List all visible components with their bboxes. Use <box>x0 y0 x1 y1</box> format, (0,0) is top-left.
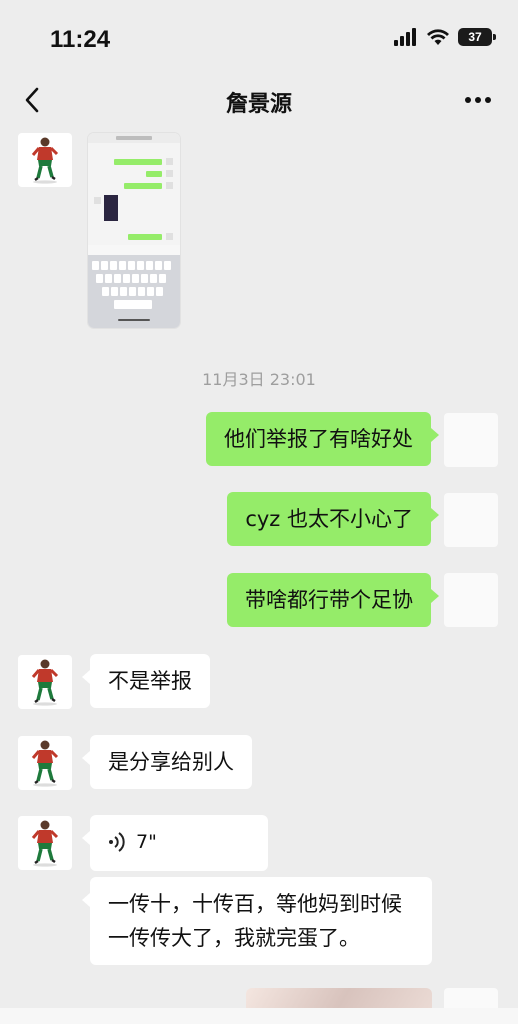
voice-wave-icon <box>109 832 125 852</box>
status-icons: 37 <box>394 28 496 46</box>
soccer-player-avatar-icon <box>31 657 59 708</box>
message-text: cyz 也太不小心了 <box>245 507 413 531</box>
message-text: 一传十，十传百，等他妈到时候一传传大了，我就完蛋了。 <box>108 892 402 950</box>
outgoing-message[interactable]: cyz 也太不小心了 <box>227 492 439 546</box>
voice-message[interactable]: 7" <box>82 815 268 871</box>
signal-icon <box>394 28 416 46</box>
voice-message-content: 7" <box>108 825 250 859</box>
soccer-player-avatar-icon <box>31 135 59 186</box>
outgoing-message[interactable]: 他们举报了有啥好处 <box>206 412 439 466</box>
message-text: 他们举报了有啥好处 <box>224 427 413 451</box>
outgoing-message[interactable]: 带啥都行带个足协 <box>227 573 439 627</box>
contact-avatar[interactable] <box>18 655 72 709</box>
contact-avatar[interactable] <box>18 133 72 187</box>
incoming-message[interactable]: 是分享给别人 <box>82 735 252 789</box>
status-bar: 11:24 37 <box>0 0 518 72</box>
screenshot-thumbnail-icon <box>88 133 180 328</box>
nav-bar: 詹景源 <box>0 72 518 128</box>
message-text: 是分享给别人 <box>108 750 234 774</box>
self-avatar[interactable] <box>444 493 498 547</box>
battery-level: 37 <box>468 30 482 44</box>
chat-title: 詹景源 <box>225 92 292 117</box>
message-text: 不是举报 <box>108 669 192 693</box>
more-button[interactable] <box>460 88 496 112</box>
contact-avatar[interactable] <box>18 736 72 790</box>
incoming-message[interactable]: 一传十，十传百，等他妈到时候一传传大了，我就完蛋了。 <box>82 877 432 965</box>
soccer-player-avatar-icon <box>31 738 59 789</box>
wifi-icon <box>427 29 449 45</box>
message-timestamp: 11月3日 23:01 <box>202 370 316 389</box>
soccer-player-avatar-icon <box>31 818 59 869</box>
input-bar <box>0 1008 518 1024</box>
more-dots-icon <box>465 97 491 103</box>
self-avatar[interactable] <box>444 573 498 627</box>
status-time: 11:24 <box>50 26 111 53</box>
self-avatar[interactable] <box>444 413 498 467</box>
contact-avatar[interactable] <box>18 816 72 870</box>
battery-icon: 37 <box>458 28 496 46</box>
message-text: 带啥都行带个足协 <box>245 588 413 612</box>
incoming-message[interactable]: 不是举报 <box>82 654 210 708</box>
voice-duration: 7" <box>136 831 157 853</box>
image-thumbnail[interactable] <box>88 133 180 328</box>
